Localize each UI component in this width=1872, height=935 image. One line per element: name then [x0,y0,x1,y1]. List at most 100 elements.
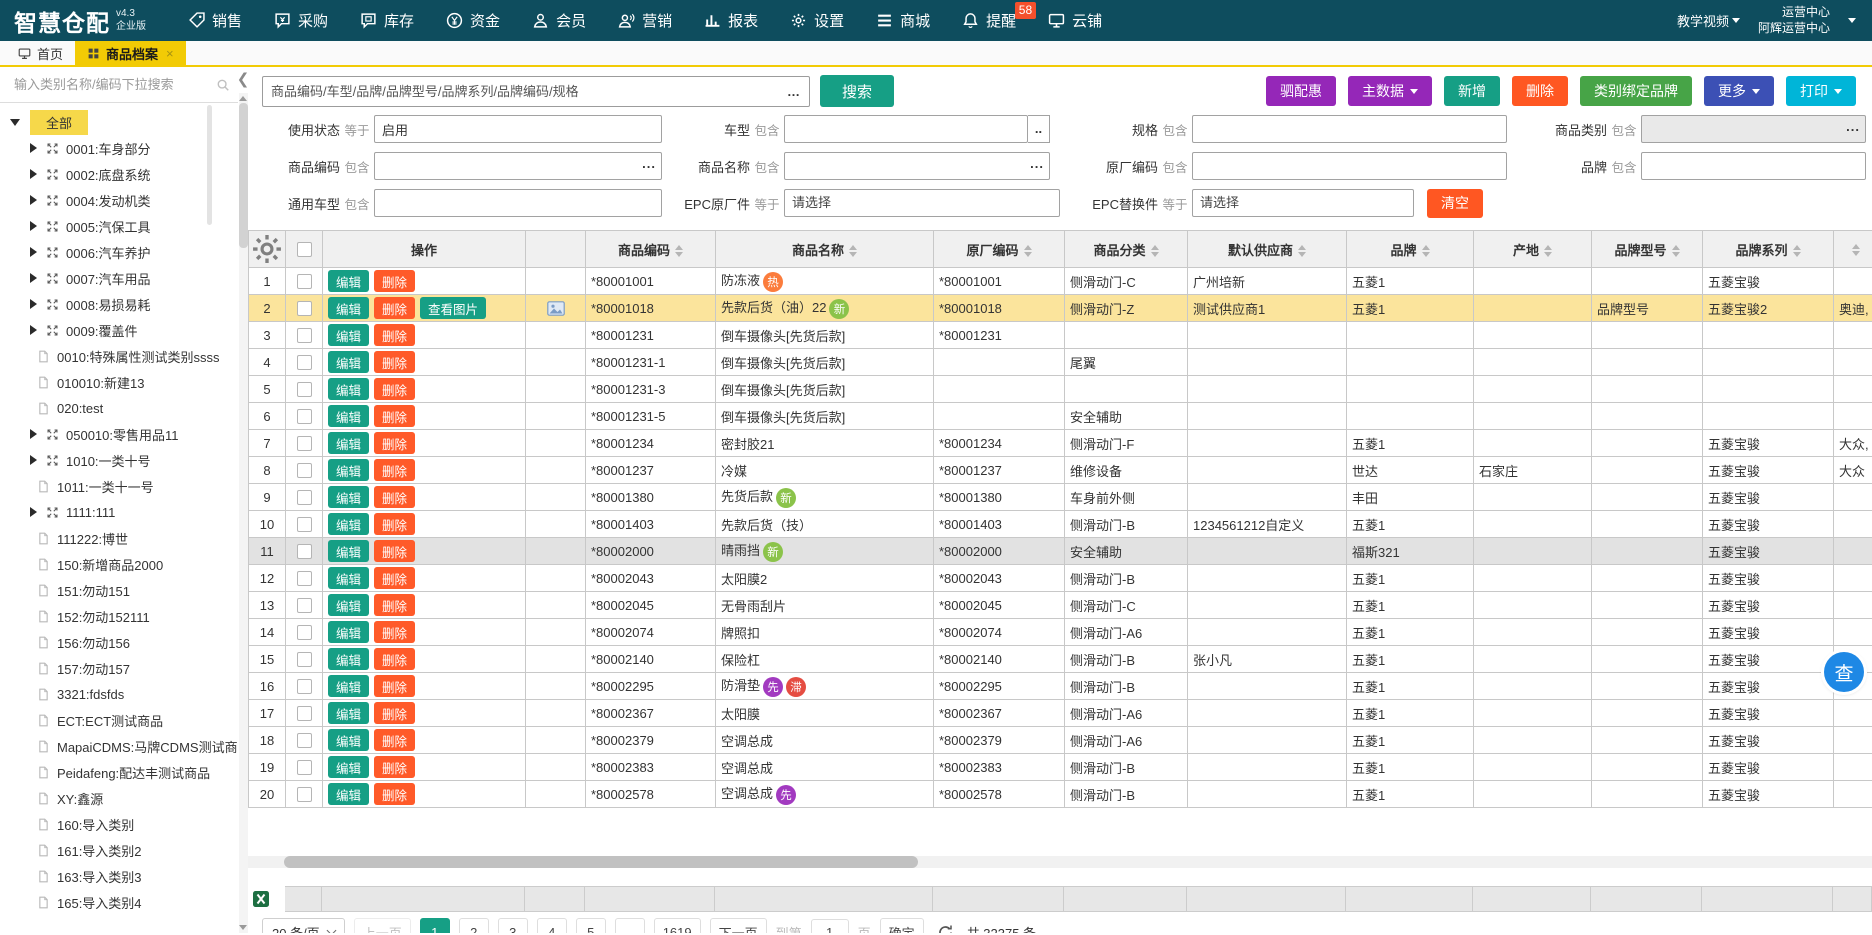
delete-button[interactable]: 删除 [374,594,415,616]
filter-product-code-input[interactable] [374,152,662,180]
view-image-button[interactable]: 查看图片 [420,297,486,319]
scrollbar-thumb[interactable] [239,103,248,248]
page-size-select[interactable]: 20 条/页 [262,918,345,933]
delete-button[interactable]: 删除 [374,702,415,724]
search-button[interactable]: 搜索 [820,75,894,107]
filter-product-name-input[interactable] [784,152,1050,180]
delete-button[interactable]: 删除 [374,756,415,778]
goto-page-input[interactable] [811,919,849,933]
edit-button[interactable]: 编辑 [328,675,369,697]
filter-epc-replace-select[interactable]: 请选择 [1192,189,1414,217]
delete-button[interactable]: 删除 [374,783,415,805]
delete-button[interactable]: 删除 [374,459,415,481]
delete-button[interactable]: 删除 [374,621,415,643]
edit-button[interactable]: 编辑 [328,270,369,292]
edit-button[interactable]: 编辑 [328,756,369,778]
row-checkbox[interactable] [297,328,312,343]
edit-button[interactable]: 编辑 [328,702,369,724]
tab-product-archive[interactable]: 商品档案× [75,41,186,65]
row-checkbox[interactable] [297,382,312,397]
edit-button[interactable]: 编辑 [328,405,369,427]
nav-item-marketing[interactable]: 营销 [602,0,688,41]
edit-button[interactable]: 编辑 [328,486,369,508]
nav-item-reminders[interactable]: 提醒58 [946,0,1032,41]
filter-product-category-input[interactable] [1641,115,1866,143]
tree-node[interactable]: XY:鑫源 [0,785,238,811]
row-checkbox[interactable] [297,733,312,748]
tree-node[interactable]: 151:勿动151 [0,577,238,603]
tree-node[interactable]: 1010:一类十号 [0,447,238,473]
tree-node[interactable]: 156:勿动156 [0,629,238,655]
caret-collapsed-icon[interactable] [30,429,37,439]
delete-button[interactable]: 删除 [374,567,415,589]
col-header-origin[interactable]: 产地 [1474,231,1592,268]
edit-button[interactable]: 编辑 [328,621,369,643]
nav-item-funds[interactable]: 资金 [430,0,516,41]
delete-button[interactable]: 删除 [374,405,415,427]
row-checkbox[interactable] [297,706,312,721]
edit-button[interactable]: 编辑 [328,351,369,373]
edit-button[interactable]: 编辑 [328,513,369,535]
delete-button[interactable]: 删除 [1512,76,1568,106]
tree-node[interactable]: 0002:底盘系统 [0,161,238,187]
tree-node[interactable]: 165:导入类别4 [0,889,238,915]
next-page-button[interactable]: 下一页 [710,918,767,933]
col-header-category[interactable]: 商品分类 [1065,231,1188,268]
col-header-name[interactable]: 商品名称 [716,231,934,268]
sort-icon[interactable] [1422,245,1430,257]
edit-button[interactable]: 编辑 [328,324,369,346]
clear-filters-button[interactable]: 清空 [1427,189,1483,218]
caret-collapsed-icon[interactable] [30,299,37,309]
delete-button[interactable]: 删除 [374,648,415,670]
caret-collapsed-icon[interactable] [30,169,37,179]
nav-item-reports[interactable]: 报表 [688,0,774,41]
delete-button[interactable]: 删除 [374,270,415,292]
edit-button[interactable]: 编辑 [328,783,369,805]
col-header-oem[interactable]: 原厂编码 [934,231,1065,268]
delete-button[interactable]: 删除 [374,432,415,454]
tree-node[interactable]: 152:勿动152111 [0,603,238,629]
tree-node[interactable]: Peidafeng:配达丰测试商品 [0,759,238,785]
row-checkbox[interactable] [297,517,312,532]
delete-button[interactable]: 删除 [374,378,415,400]
tree-node[interactable]: 0009:覆盖件 [0,317,238,343]
delete-button[interactable]: 删除 [374,297,415,319]
delete-button[interactable]: 删除 [374,486,415,508]
row-checkbox[interactable] [297,571,312,586]
tree-node[interactable]: MapaiCDMS:马牌CDMS测试商品 [0,733,238,759]
refresh-icon[interactable] [937,924,954,933]
tree-node[interactable]: 150:新增商品2000 [0,551,238,577]
edit-button[interactable]: 编辑 [328,540,369,562]
nav-item-cloudshop[interactable]: 云铺 [1032,0,1118,41]
tree-node[interactable]: 0007:汽车用品 [0,265,238,291]
chevron-down-icon[interactable] [1848,18,1856,23]
tree-node[interactable]: 全部 [0,109,238,135]
tree-node[interactable]: 111222:博世 [0,525,238,551]
delete-button[interactable]: 删除 [374,675,415,697]
add-button[interactable]: 新增 [1444,76,1500,106]
sort-icon[interactable] [675,245,683,257]
caret-collapsed-icon[interactable] [30,273,37,283]
tree-node[interactable]: 0008:易损易耗 [0,291,238,317]
tree-node[interactable]: 050010:零售用品11 [0,421,238,447]
page-button-1619[interactable]: 1619 [654,918,701,933]
sort-icon[interactable] [1793,245,1801,257]
tree-node[interactable]: 3321:fdsfds [0,681,238,707]
product-image-icon[interactable] [547,301,565,316]
col-header-extra[interactable] [1834,231,1872,268]
row-checkbox[interactable] [297,409,312,424]
edit-button[interactable]: 编辑 [328,567,369,589]
scroll-up-arrow-icon[interactable] [239,96,247,101]
page-button-...[interactable]: ... [615,918,645,933]
edit-button[interactable]: 编辑 [328,432,369,454]
tree-scrollbar-thumb[interactable] [207,105,212,225]
tree-node[interactable]: 157:勿动157 [0,655,238,681]
bind-brand-button[interactable]: 类别绑定品牌 [1580,76,1692,106]
filter-brand-input[interactable] [1641,152,1866,180]
row-checkbox[interactable] [297,598,312,613]
tab-home[interactable]: 首页 [6,41,75,65]
floating-search-button[interactable]: 查 [1824,652,1864,692]
tree-node[interactable]: 160:导入类别 [0,811,238,837]
global-search-input[interactable] [271,84,787,99]
col-header-brand[interactable]: 品牌 [1347,231,1474,268]
